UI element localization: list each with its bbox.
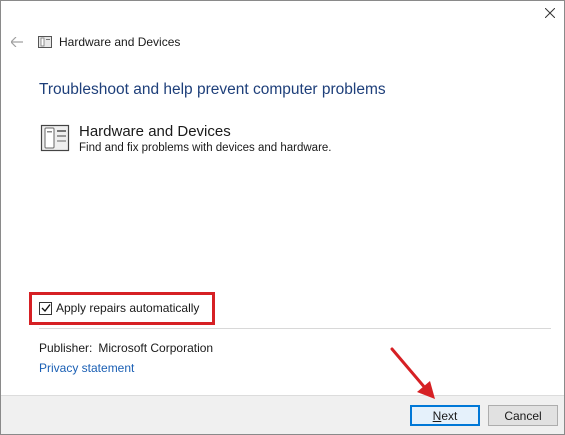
title-bar: Hardware and Devices: [1, 29, 564, 55]
close-button[interactable]: [540, 3, 560, 23]
cancel-button[interactable]: Cancel: [488, 405, 558, 426]
troubleshooter-item: Hardware and Devices Find and fix proble…: [39, 122, 332, 154]
troubleshooter-description: Find and fix problems with devices and h…: [79, 142, 332, 154]
checkmark-icon: [41, 304, 51, 313]
hardware-small-icon: [38, 36, 52, 48]
window-title: Hardware and Devices: [59, 35, 181, 49]
hardware-device-icon: [40, 124, 70, 152]
apply-repairs-option[interactable]: Apply repairs automatically: [39, 301, 199, 315]
troubleshooter-text: Hardware and Devices Find and fix proble…: [79, 122, 332, 154]
annotation-arrow-icon: [390, 347, 435, 399]
next-button-label: Next: [432, 408, 458, 423]
apply-repairs-label[interactable]: Apply repairs automatically: [56, 301, 199, 315]
close-icon: [545, 8, 555, 18]
privacy-statement-link[interactable]: Privacy statement: [39, 361, 134, 375]
troubleshooter-window: Hardware and Devices Troubleshoot and he…: [0, 0, 565, 435]
troubleshooter-name: Hardware and Devices: [79, 123, 231, 140]
next-button[interactable]: Next: [410, 405, 480, 426]
apply-repairs-checkbox[interactable]: [39, 301, 52, 315]
back-button[interactable]: [9, 34, 25, 50]
divider: [39, 328, 551, 329]
publisher-value: Microsoft Corporation: [98, 341, 214, 355]
back-arrow-icon: [11, 37, 23, 47]
cancel-button-label: Cancel: [504, 408, 542, 423]
publisher-info: Publisher: Microsoft Corporation: [39, 341, 213, 355]
button-bar: Next Cancel: [1, 395, 564, 434]
publisher-label: Publisher:: [39, 341, 93, 355]
page-heading: Troubleshoot and help prevent computer p…: [39, 81, 386, 98]
